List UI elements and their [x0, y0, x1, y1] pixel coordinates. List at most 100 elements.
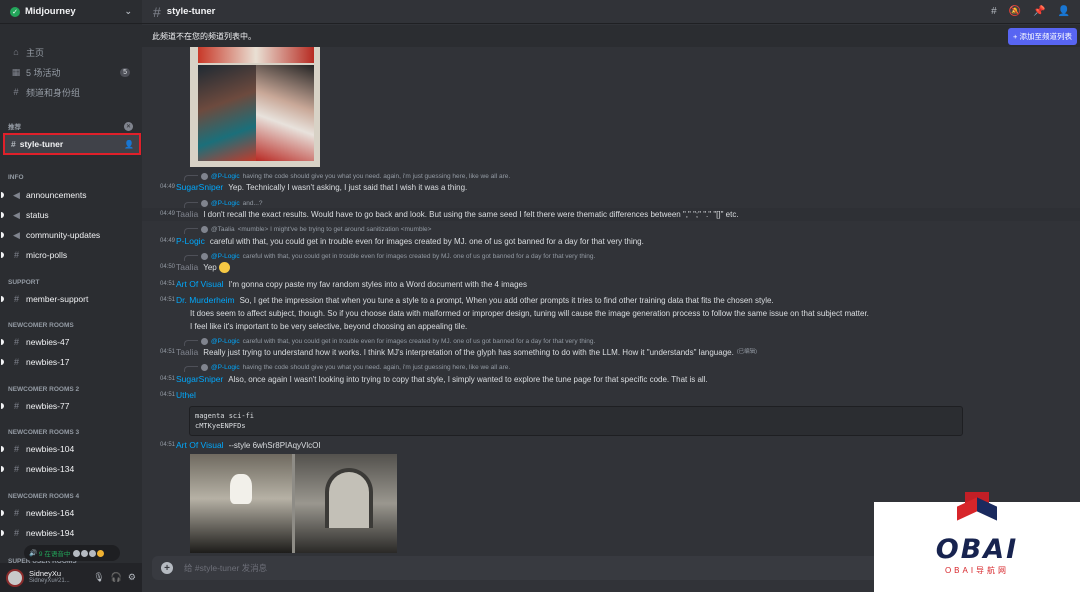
channel-newbies-164[interactable]: # newbies-164 — [0, 503, 142, 523]
unread-dot — [1, 296, 4, 302]
channel-member-support[interactable]: # member-support — [0, 289, 142, 309]
message: 04:51 Art Of Visual --style 6whSr8PIAqyVlc… — [142, 439, 1080, 452]
channel-label: newbies-194 — [26, 528, 75, 538]
message: 04:51 Art Of Visual I'm gonna copy paste m… — [142, 278, 1080, 291]
category-newcomer-rooms-2[interactable]: NEWCOMER ROOMS 2 — [0, 383, 142, 395]
nav-events[interactable]: ▦ 5 场活动 5 — [0, 62, 142, 82]
message-text: I'm gonna copy paste my fav random style… — [228, 280, 527, 289]
reply-preview[interactable]: @Taalia <mumble> I might've be trying to … — [184, 224, 431, 234]
add-attachment-icon[interactable]: + — [161, 562, 173, 574]
message-author[interactable]: Art Of Visual — [176, 439, 224, 452]
headphones-icon[interactable]: 🎧 — [111, 572, 122, 583]
nav-home[interactable]: ⌂ 主页 — [0, 42, 142, 62]
reply-preview[interactable]: @P-Logic having the code should give you … — [184, 171, 510, 181]
message-author[interactable]: Taalia — [176, 208, 198, 221]
channel-community-updates[interactable]: ◀ community-updates — [0, 225, 142, 245]
member-list-icon[interactable]: 👤 — [1058, 6, 1070, 17]
attachment-image[interactable] — [190, 454, 397, 553]
timestamp: 04:51 — [159, 297, 175, 303]
reply-text: careful with that, you could get in trou… — [242, 337, 596, 345]
events-count-badge: 5 — [120, 67, 130, 77]
channel-newbies-17[interactable]: # newbies-17 — [0, 352, 142, 372]
site-watermark: OBAI OBAI导航网 — [874, 492, 1080, 592]
image-part — [230, 474, 252, 504]
add-member-icon[interactable]: 👤 — [124, 140, 134, 149]
channel-announcements[interactable]: ◀ announcements — [0, 185, 142, 205]
avatar — [201, 225, 208, 233]
code-block[interactable]: magenta sci-fi cMTKyeENPFDs — [189, 406, 963, 436]
category-info[interactable]: INFO — [0, 171, 142, 183]
threads-icon[interactable]: # — [991, 6, 997, 17]
message-text: --style 6whSr8PIAqyVlcOI — [228, 441, 321, 450]
message: 04:49 Taalia I don't recall the exact resu… — [142, 208, 1080, 221]
image-part — [325, 468, 373, 528]
reply-preview[interactable]: @P-Logic careful with that, you could get… — [184, 251, 595, 261]
hash-icon: # — [13, 508, 19, 518]
hash-icon: # — [13, 357, 19, 367]
channel-newbies-194[interactable]: # newbies-194 — [0, 523, 142, 543]
unread-dot — [1, 510, 4, 516]
nav-channels-roles[interactable]: # 频道和身份组 — [0, 82, 142, 102]
hash-icon: # — [13, 444, 19, 454]
category-newcomer-rooms-3[interactable]: NEWCOMER ROOMS 3 — [0, 426, 142, 438]
chevron-down-icon[interactable]: ⌄ — [124, 6, 132, 17]
calendar-icon: ▦ — [11, 66, 21, 77]
message-author[interactable]: Taalia — [176, 346, 198, 359]
channel-newbies-134[interactable]: # newbies-134 — [0, 459, 142, 479]
mic-muted-icon[interactable]: 🎙 — [93, 572, 104, 583]
reply-preview[interactable]: @P-Logic careful with that, you could get… — [184, 336, 595, 346]
message-author[interactable]: Art Of Visual — [176, 278, 224, 291]
server-header[interactable]: ✓ Midjourney ⌄ — [0, 0, 142, 24]
channel-newbies-77[interactable]: # newbies-77 — [0, 396, 142, 416]
message: 04:51 Taalia Really just trying to underst… — [142, 346, 1080, 359]
channel-notice-bar: 此频道不在您的频道列表中。 + 添加至频道列表 — [142, 25, 1080, 47]
category-label: NEWCOMER ROOMS 4 — [8, 492, 80, 500]
message-author[interactable]: Taalia — [176, 261, 198, 274]
channel-newbies-47[interactable]: # newbies-47 — [0, 332, 142, 352]
channel-status[interactable]: ◀ status — [0, 205, 142, 225]
message-author[interactable]: SugarSniper — [176, 373, 223, 386]
image-part — [198, 65, 256, 161]
reply-preview[interactable]: @P-Logic having the code should give you … — [184, 362, 510, 372]
hash-icon: # — [13, 401, 19, 411]
image-part — [198, 47, 314, 63]
close-icon[interactable]: ✕ — [124, 121, 133, 131]
category-newcomer-rooms[interactable]: NEWCOMER ROOMS — [0, 319, 142, 331]
avatar[interactable] — [6, 568, 24, 587]
timestamp: 04:51 — [159, 376, 175, 382]
discord-window: ✓ Midjourney ⌄ ⌂ 主页 ▦ 5 场活动 5 # 频道和身份组 推… — [0, 0, 1080, 592]
message-author[interactable]: Dr. Murderheim — [176, 294, 235, 307]
hash-icon: # — [153, 3, 161, 20]
message-author[interactable]: Uthel — [176, 389, 196, 402]
gear-icon[interactable]: ⚙ — [128, 572, 136, 583]
channel-label: newbies-164 — [26, 508, 75, 518]
unread-dot — [1, 339, 4, 345]
voice-activity-pill[interactable]: 🔊 9 在语音中 — [24, 545, 120, 561]
channel-micro-polls[interactable]: # micro-polls — [0, 245, 142, 265]
channel-header: # style-tuner # 🔕 📌 👤 — [142, 0, 1080, 24]
edited-tag: (已编辑) — [736, 349, 757, 355]
message: 04:51 SugarSniper Also, once again I wasn'… — [142, 373, 1080, 386]
message-author[interactable]: SugarSniper — [176, 181, 223, 194]
user-controls: 🎙 🎧 ⚙ — [93, 572, 136, 583]
message-author[interactable]: P-Logic — [176, 235, 205, 248]
pin-icon[interactable]: 📌 — [1033, 6, 1045, 17]
avatar — [201, 363, 208, 371]
reply-author: @P-Logic — [211, 337, 240, 345]
channel-label: newbies-77 — [26, 401, 70, 411]
reply-preview[interactable]: @P-Logic and...? — [184, 198, 263, 208]
add-to-channel-list-button[interactable]: + 添加至频道列表 — [1008, 27, 1077, 45]
category-support[interactable]: SUPPORT — [0, 276, 142, 288]
user-names[interactable]: SidneyXu SidneyXu#21... — [29, 569, 70, 586]
avatar — [201, 337, 208, 345]
timestamp: 04:49 — [159, 238, 175, 244]
code-line: magenta sci-fi — [195, 412, 255, 420]
channel-style-tuner[interactable]: # style-tuner 👤 — [3, 133, 141, 155]
notification-bell-muted-icon[interactable]: 🔕 — [1009, 6, 1021, 17]
category-newcomer-rooms-4[interactable]: NEWCOMER ROOMS 4 — [0, 490, 142, 502]
channel-label: status — [26, 210, 49, 220]
image-part — [256, 65, 314, 161]
attachment-image[interactable] — [190, 47, 320, 167]
channel-newbies-104[interactable]: # newbies-104 — [0, 439, 142, 459]
unread-dot — [1, 446, 4, 452]
